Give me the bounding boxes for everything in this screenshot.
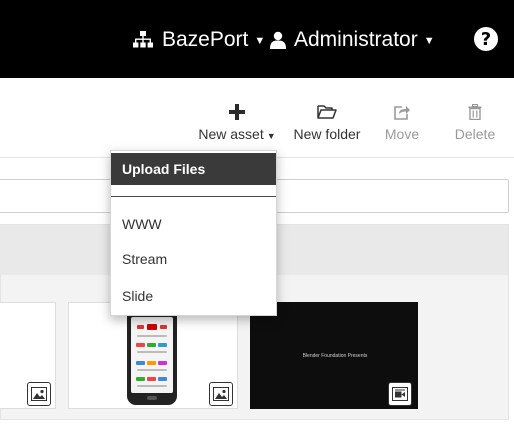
new-asset-dropdown: Upload Files WWW Stream Slide: [110, 150, 277, 316]
menu-item-stream[interactable]: Stream: [111, 245, 276, 273]
sitemap-icon: [133, 31, 153, 48]
new-asset-button[interactable]: New asset ▼: [192, 104, 282, 142]
new-folder-label: New folder: [293, 126, 361, 142]
menu-item-slide[interactable]: Slide: [111, 282, 276, 310]
move-label: Move: [384, 126, 420, 142]
move-button[interactable]: Move: [380, 104, 424, 142]
new-folder-button[interactable]: New folder: [290, 104, 364, 142]
asset-card[interactable]: Blender Foundation Presents: [250, 302, 418, 409]
video-icon: [388, 382, 412, 406]
image-icon: [27, 382, 51, 406]
plus-icon: [229, 104, 245, 120]
menu-item-upload-files[interactable]: Upload Files: [111, 153, 276, 185]
trash-icon: [468, 104, 482, 120]
delete-button[interactable]: Delete: [450, 104, 500, 142]
site-selector[interactable]: BazePort ▼: [132, 26, 265, 54]
menu-item-www[interactable]: WWW: [111, 210, 276, 238]
phone-screen: [131, 317, 173, 393]
delete-label: Delete: [454, 126, 496, 142]
user-menu[interactable]: Administrator ▼: [270, 26, 435, 54]
new-asset-label: New asset: [198, 126, 264, 142]
user-icon: [270, 31, 286, 49]
top-navbar: BazePort ▼ Administrator ▼ ?: [0, 0, 514, 78]
chevron-down-icon: ▼: [254, 35, 266, 47]
user-menu-label: Administrator: [294, 28, 418, 51]
chevron-down-icon: ▼: [423, 35, 435, 47]
phone-thumbnail: [127, 307, 177, 405]
menu-divider: [111, 196, 276, 197]
site-selector-label: BazePort: [162, 28, 249, 51]
asset-card[interactable]: [0, 302, 56, 409]
image-icon: [209, 382, 233, 406]
help-glyph: ?: [480, 28, 492, 50]
folder-open-icon: [317, 105, 337, 119]
chevron-down-icon: ▼: [266, 131, 276, 141]
help-icon[interactable]: ?: [474, 27, 498, 51]
video-thumbnail-caption: Blender Foundation Presents: [302, 353, 368, 359]
move-icon: [394, 106, 410, 120]
phone-home-button: [147, 396, 157, 400]
asset-card[interactable]: [68, 302, 238, 409]
